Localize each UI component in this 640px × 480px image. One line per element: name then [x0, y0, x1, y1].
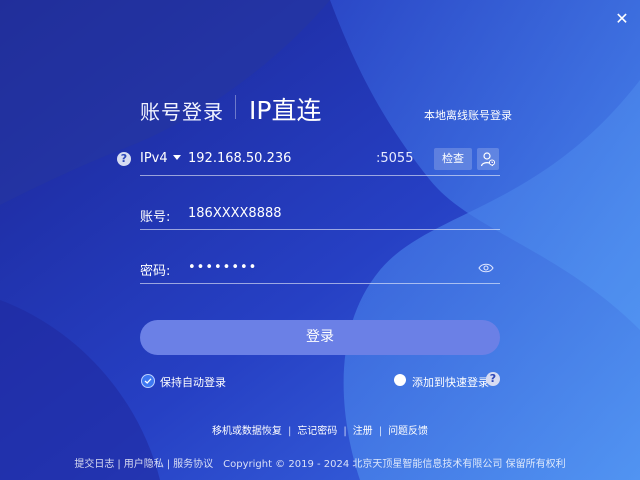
password-underline	[140, 283, 500, 284]
ip-address-input[interactable]: 192.168.50.236	[188, 151, 291, 166]
help-icon[interactable]: ?	[486, 372, 500, 386]
account-label: 账号:	[140, 210, 171, 225]
forgot-password-link[interactable]: 忘记密码	[297, 426, 337, 437]
footer-separator: |	[117, 459, 121, 470]
protocol-select-value: IPv4	[140, 151, 168, 166]
protocol-select[interactable]: IPv4	[140, 151, 181, 166]
auto-login-checkbox[interactable]	[141, 374, 155, 388]
port-input[interactable]: :5055	[376, 151, 413, 166]
link-separator: |	[378, 426, 383, 437]
submit-log-link[interactable]: 提交日志	[74, 459, 114, 470]
footer: 提交日志 | 用户隐私 | 服务协议 Copyright © 2019 - 2024 北京…	[0, 455, 640, 470]
background-graphic	[0, 0, 640, 480]
feedback-link[interactable]: 问题反馈	[388, 426, 428, 437]
eye-icon[interactable]	[478, 262, 494, 274]
tab-ip-direct[interactable]: IP直连	[249, 91, 321, 127]
footer-separator: |	[166, 459, 171, 470]
ip-row-underline	[140, 175, 500, 176]
password-label: 密码:	[140, 264, 171, 279]
login-button[interactable]: 登录	[140, 320, 500, 355]
copyright-text: Copyright © 2019 - 2024 北京天顶星智能信息技术有限公司 …	[223, 459, 566, 470]
offline-account-login-link[interactable]: 本地离线账号登录	[424, 107, 512, 123]
help-icon[interactable]: ?	[117, 152, 131, 166]
add-quick-login-checkbox[interactable]	[394, 374, 406, 386]
tab-account-login[interactable]: 账号登录	[140, 96, 224, 125]
account-input[interactable]: 186XXXX8888	[188, 206, 282, 221]
register-link[interactable]: 注册	[353, 426, 373, 437]
add-quick-login-label[interactable]: 添加到快速登录	[412, 374, 489, 390]
data-migration-link[interactable]: 移机或数据恢复	[212, 426, 282, 437]
bottom-links: 移机或数据恢复 | 忘记密码 | 注册 | 问题反馈	[0, 422, 640, 437]
link-separator: |	[287, 426, 292, 437]
close-icon: ✕	[615, 9, 629, 28]
password-input[interactable]: ••••••••	[188, 260, 257, 275]
user-search-icon	[480, 152, 496, 167]
service-agreement-link[interactable]: 服务协议	[173, 459, 213, 470]
tab-divider	[235, 95, 236, 119]
account-underline	[140, 229, 500, 230]
close-button[interactable]: ✕	[612, 9, 632, 29]
link-separator: |	[343, 426, 347, 437]
scan-server-button[interactable]	[477, 148, 499, 170]
check-button[interactable]: 检查	[434, 148, 472, 170]
privacy-link[interactable]: 用户隐私	[124, 459, 164, 470]
check-icon	[144, 378, 152, 384]
auto-login-label[interactable]: 保持自动登录	[160, 374, 226, 390]
caret-down-icon	[172, 155, 181, 160]
